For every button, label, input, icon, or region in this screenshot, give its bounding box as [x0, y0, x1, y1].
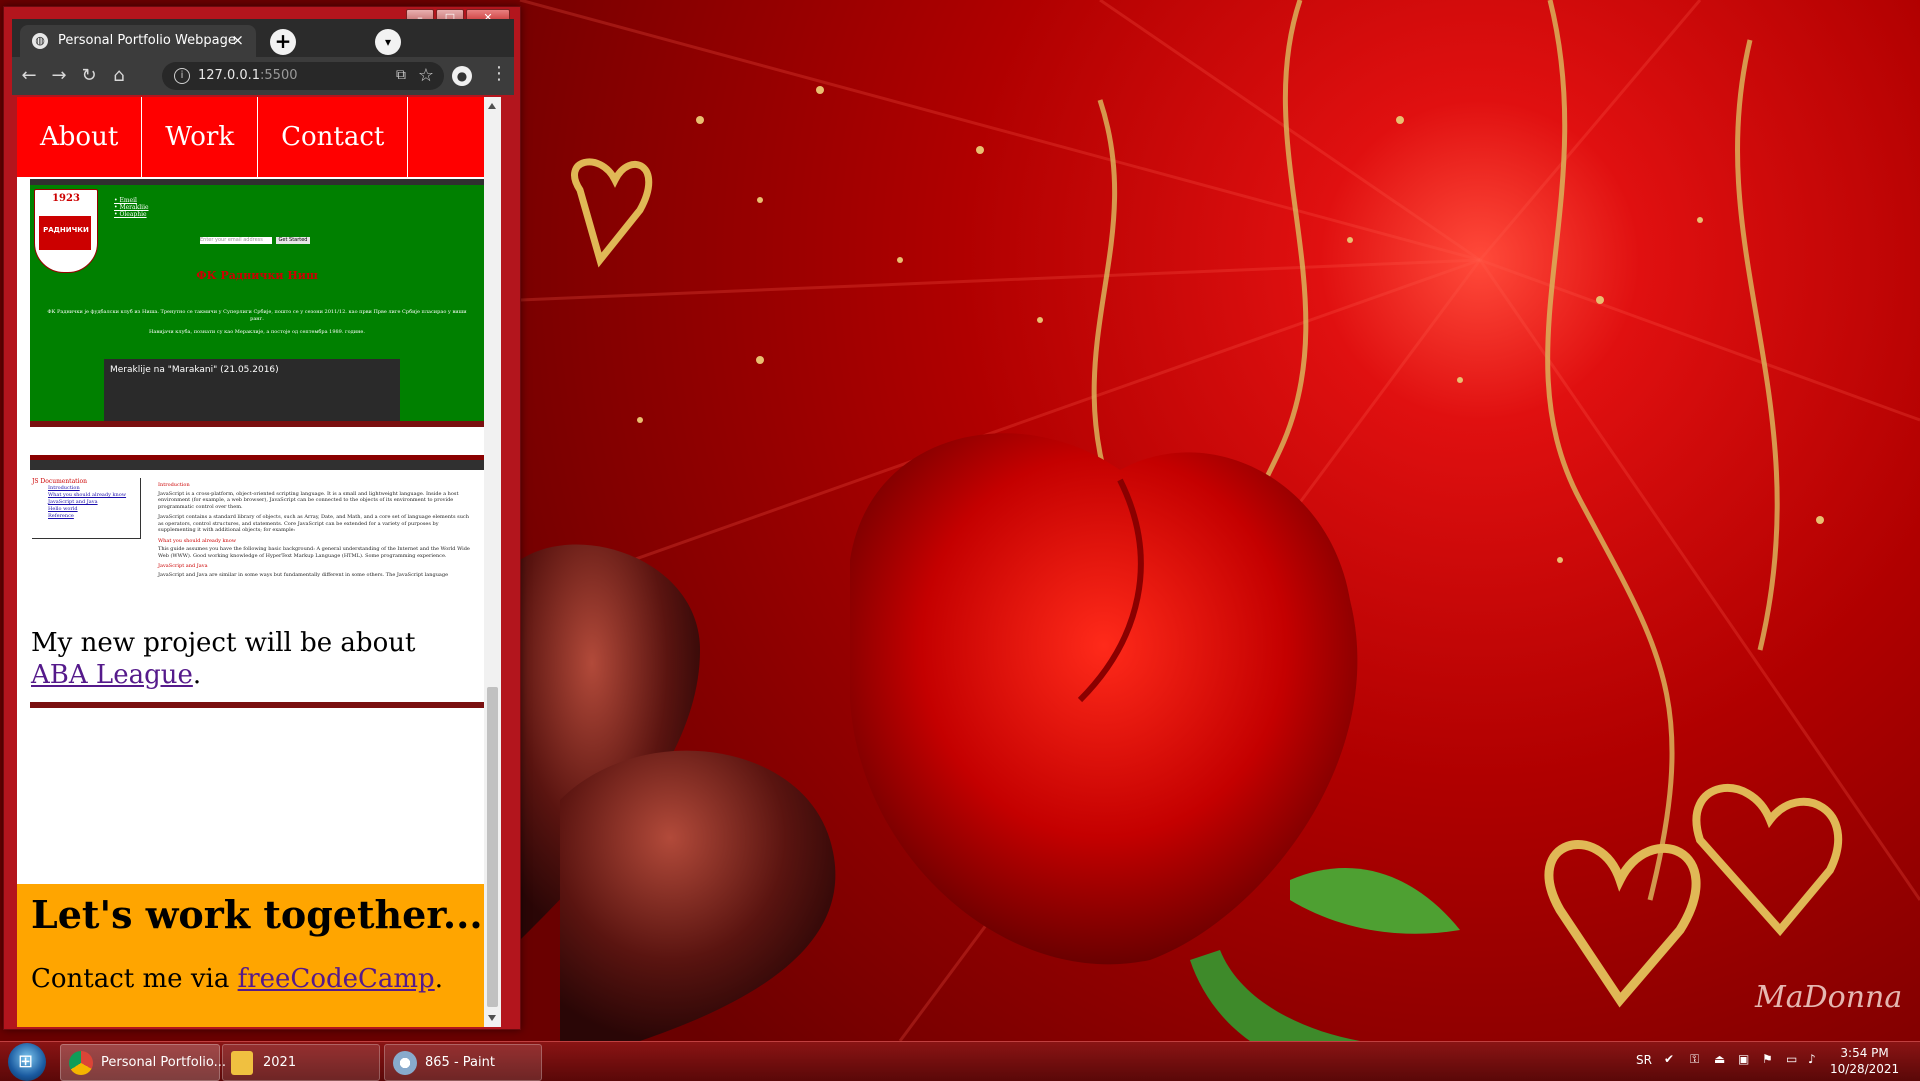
contact-heading: Let's work together...: [31, 892, 483, 937]
thumb-video-embed: Meraklije na "Marakani" (21.05.2016): [104, 359, 400, 423]
reload-icon[interactable]: ↻: [78, 65, 100, 87]
volume-icon[interactable]: ♪: [1808, 1052, 1816, 1066]
club-crest-image: 1923 РАДНИЧКИ: [34, 189, 98, 273]
globe-icon: ◍: [32, 33, 48, 49]
scroll-down-icon[interactable]: [488, 1015, 496, 1021]
tab-strip: ◍ Personal Portfolio Webpage × + ▾: [12, 19, 514, 57]
scrollbar-thumb[interactable]: [487, 687, 498, 1007]
app-tray-icon[interactable]: ▣: [1738, 1052, 1749, 1066]
usb-icon[interactable]: ⏏: [1714, 1052, 1725, 1066]
info-icon[interactable]: i: [174, 68, 190, 84]
system-clock[interactable]: 3:54 PM 10/28/2021: [1830, 1045, 1899, 1077]
tab-title: Personal Portfolio Webpage: [58, 33, 236, 48]
windows-logo-icon: ⊞: [18, 1051, 34, 1072]
contact-text: Contact me via freeCodeCamp.: [31, 964, 443, 994]
nav-work[interactable]: Work: [142, 97, 259, 177]
menu-kebab-icon[interactable]: ⋮: [490, 63, 508, 84]
network-icon[interactable]: ⚿: [1690, 1052, 1699, 1067]
page-viewport: About Work Contact 1923 РАДНИЧКИ • Emeil…: [17, 97, 501, 1027]
url-text[interactable]: 127.0.0.1:5500: [198, 68, 298, 83]
thumb-taskbar: [30, 421, 484, 427]
chrome-icon: [69, 1051, 93, 1075]
thumb-doc-sidebar: JS Documentation Introduction What you s…: [32, 478, 141, 539]
address-bar[interactable]: i 127.0.0.1:5500 ⧉ ☆: [162, 62, 444, 90]
thumb-nav-links: • Emeil • Merakliie • Oleaphie: [114, 197, 149, 218]
thumb-taskbar: [30, 702, 484, 708]
thumb-club-title: ФК Раднички Ниш: [196, 269, 318, 282]
display-icon[interactable]: ▭: [1786, 1052, 1797, 1066]
thumb-doc-main: Introduction JavaScript is a cross-platf…: [158, 482, 470, 578]
action-center-icon[interactable]: ⚑: [1762, 1052, 1773, 1066]
nav-bar: About Work Contact: [17, 97, 501, 177]
thumb-email-input: Enter your email address: [200, 237, 272, 244]
tab-portfolio[interactable]: ◍ Personal Portfolio Webpage ×: [20, 25, 256, 57]
new-project-text: My new project will be about ABA League.: [31, 628, 416, 690]
project-tile-fk-radnicki[interactable]: 1923 РАДНИЧКИ • Emeil • Merakliie • Olea…: [30, 179, 484, 427]
scroll-up-icon[interactable]: [488, 103, 496, 109]
folder-icon: [231, 1051, 253, 1075]
star-icon[interactable]: ☆: [418, 65, 434, 86]
translate-icon[interactable]: ⧉: [396, 67, 406, 83]
forward-icon[interactable]: →: [48, 65, 70, 87]
nav-about[interactable]: About: [17, 97, 143, 177]
thumb-get-started-button: Get Started: [276, 237, 310, 244]
tab-search-icon[interactable]: ▾: [375, 29, 401, 55]
aba-league-link[interactable]: ABA League: [31, 660, 193, 690]
start-button[interactable]: ⊞: [8, 1043, 46, 1081]
page-scrollbar[interactable]: [484, 97, 501, 1027]
profile-icon[interactable]: ●: [452, 66, 472, 86]
thumb-club-text: ФК Раднички је фудбалски клуб из Ниша. Т…: [47, 309, 467, 335]
taskbar-item-chrome[interactable]: Personal Portfolio...: [60, 1044, 226, 1081]
wallpaper-signature: MaDonna: [1755, 980, 1903, 1015]
home-icon[interactable]: ⌂: [108, 65, 130, 87]
thumb-browser-chrome: [30, 179, 484, 185]
language-indicator[interactable]: SR: [1636, 1053, 1652, 1067]
nav-contact[interactable]: Contact: [258, 97, 409, 177]
taskbar-item-paint[interactable]: 865 - Paint: [384, 1044, 542, 1081]
browser-window: – □ ✕ ◍ Personal Portfolio Webpage × + ▾…: [3, 6, 521, 1030]
thumb-browser-chrome: [30, 460, 484, 470]
freecodecamp-link[interactable]: freeCodeCamp: [238, 964, 435, 994]
taskbar-item-folder[interactable]: 2021: [222, 1044, 380, 1081]
new-tab-button[interactable]: +: [270, 29, 296, 55]
tab-close-icon[interactable]: ×: [231, 31, 244, 49]
paint-icon: [393, 1051, 417, 1075]
security-icon[interactable]: ✔: [1664, 1052, 1674, 1066]
taskbar: ⊞ Personal Portfolio... 2021 865 - Paint…: [0, 1041, 1920, 1081]
back-icon[interactable]: ←: [18, 65, 40, 87]
browser-toolbar: ← → ↻ ⌂ i 127.0.0.1:5500 ⧉ ☆ ● ⋮: [12, 57, 514, 95]
contact-section: Let's work together... Contact me via fr…: [17, 884, 484, 1027]
